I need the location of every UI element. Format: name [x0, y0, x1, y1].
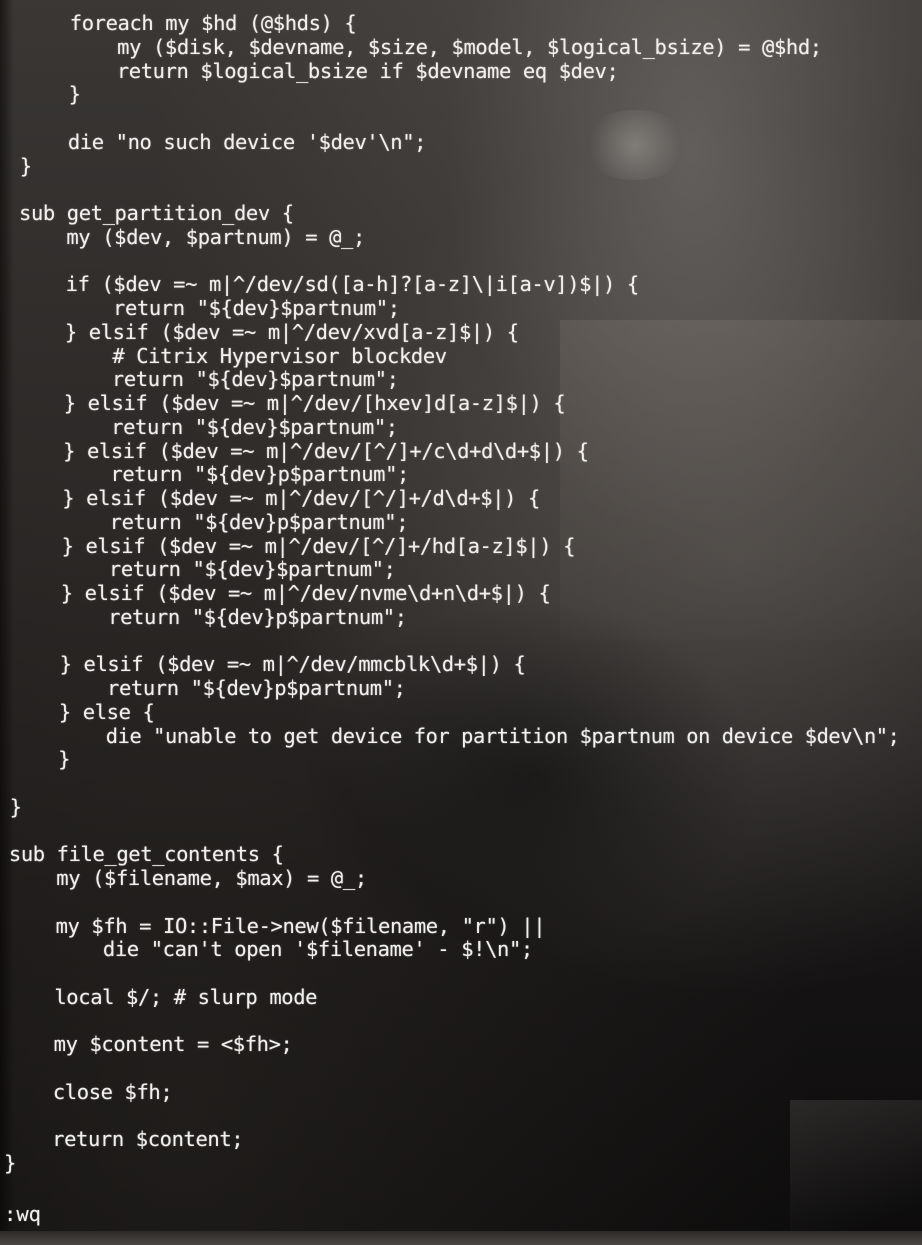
code-line: } elsif ($dev =~ m|^/dev/[^/]+/hd[a-z]$|… — [13, 533, 576, 558]
code-line: sub file_get_contents { — [8, 842, 284, 867]
code-line: foreach my $hd (@$hds) { — [22, 11, 357, 35]
monitor-bezel — [0, 1231, 922, 1245]
vim-command-line[interactable]: :wq — [4, 1203, 44, 1225]
code-line: } elsif ($dev =~ m|^/dev/[hxev]d[a-z]$|)… — [16, 391, 566, 415]
code-line: die "no such device '$dev'\n"; — [20, 129, 427, 154]
text-cursor — [42, 1204, 44, 1224]
code-line: return $logical_bsize if $devname eq $de… — [21, 58, 619, 83]
code-line: } — [4, 1151, 16, 1175]
photo-of-monitor: foreach my $hd (@$hds) { my ($disk, $dev… — [0, 0, 922, 1245]
code-line: } — [20, 82, 81, 107]
code-line: return $content; — [4, 1127, 244, 1152]
code-line: return "${dev}p$partnum"; — [14, 462, 409, 487]
code-line: my $fh = IO::File->new($filename, "r") |… — [7, 913, 546, 938]
code-line: my ($filename, $max) = @_; — [8, 866, 367, 890]
code-line: return "${dev}$partnum"; — [17, 296, 400, 320]
code-line: die "can't open '$filename' - $!\n"; — [7, 937, 533, 962]
code-line: if ($dev =~ m|^/dev/sd([a-h]?[a-z]\|i[a-… — [17, 272, 640, 297]
code-line: my ($dev, $partnum) = @_; — [18, 224, 365, 249]
code-line: } elsif ($dev =~ m|^/dev/[^/]+/d\d+$|) { — [14, 486, 540, 510]
code-line: return "${dev}p$partnum"; — [12, 604, 407, 629]
code-line: return "${dev}$partnum"; — [15, 414, 398, 439]
code-line: die "unable to get device for partition … — [10, 723, 900, 748]
code-line: return "${dev}p$partnum"; — [14, 509, 409, 534]
code-line: } — [9, 794, 22, 819]
code-line: sub get_partition_dev { — [19, 201, 294, 225]
command-text: :wq — [4, 1202, 42, 1226]
code-line: return "${dev}$partnum"; — [13, 557, 396, 582]
code-line: } elsif ($dev =~ m|^/dev/[^/]+/c\d+d\d+$… — [15, 438, 589, 463]
code-line: } — [10, 747, 71, 772]
code-line: return "${dev}$partnum"; — [16, 367, 399, 392]
code-line: } else { — [11, 699, 155, 724]
code-line: } elsif ($dev =~ m|^/dev/mmcblk\d+$|) { — [11, 652, 526, 677]
code-line: close $fh; — [5, 1079, 173, 1104]
code-line: } elsif ($dev =~ m|^/dev/xvd[a-z]$|) { — [17, 319, 519, 344]
code-line: local $/; # slurp mode — [6, 984, 318, 1009]
code-line: } elsif ($dev =~ m|^/dev/nvme\d+n\d+$|) … — [13, 581, 551, 605]
code-line: } — [19, 153, 32, 178]
vim-editor-buffer[interactable]: foreach my $hd (@$hds) { my ($disk, $dev… — [0, 0, 922, 1230]
code-line: my ($disk, $devname, $size, $model, $log… — [21, 34, 822, 59]
code-line: my $content = <$fh>; — [5, 1032, 293, 1057]
code-line: # Citrix Hypervisor blockdev — [16, 343, 447, 368]
code-line: return "${dev}p$partnum"; — [11, 676, 406, 700]
